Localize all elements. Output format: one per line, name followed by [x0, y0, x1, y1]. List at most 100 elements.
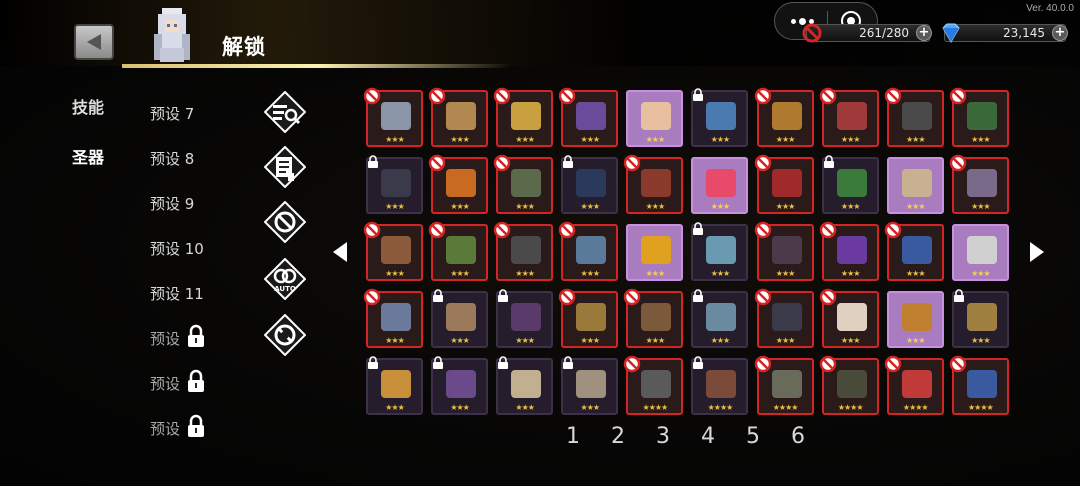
page-number[interactable]: 3 — [656, 424, 701, 449]
artifact-slot[interactable]: ★★★ — [559, 288, 619, 348]
artifact-item-icon — [641, 370, 672, 398]
artifact-slot[interactable]: ★★★ — [951, 224, 1009, 281]
artifact-slot[interactable]: ★★★ — [626, 224, 684, 281]
artifact-slot[interactable]: ★★★ — [624, 288, 684, 348]
artifact-slot[interactable]: ★★★ — [626, 90, 684, 147]
nav-artifacts[interactable]: 圣器 — [72, 144, 104, 168]
next-page-arrow[interactable] — [1030, 242, 1044, 262]
preset-item[interactable]: 预设 — [150, 373, 180, 394]
artifact-slot[interactable]: ★★★ — [691, 88, 749, 147]
artifact-item-icon — [381, 102, 411, 130]
artifact-slot[interactable]: ★★★ — [886, 157, 944, 214]
artifact-slot[interactable]: ★★★ — [754, 87, 814, 147]
artifact-item-icon — [511, 303, 542, 331]
artifact-slot[interactable]: ★★★ — [561, 155, 619, 214]
artifact-slot[interactable]: ★★★ — [951, 289, 1009, 348]
artifact-slot[interactable]: ★★★ — [886, 291, 944, 348]
prev-page-arrow[interactable] — [333, 242, 347, 262]
banned-icon — [624, 288, 641, 306]
artifact-slot[interactable]: ★★★ — [691, 222, 749, 281]
scroll-icon[interactable] — [264, 146, 306, 188]
banned-icon — [363, 288, 381, 306]
artifact-slot[interactable]: ★★★ — [819, 288, 879, 348]
artifact-item-icon — [641, 236, 672, 264]
artifact-slot[interactable]: ★★★ — [559, 221, 619, 281]
artifact-slot[interactable]: ★★★★ — [691, 356, 749, 415]
artifact-slot[interactable]: ★★★ — [428, 87, 489, 147]
add-gems-button[interactable]: + — [1052, 25, 1068, 41]
preset-item[interactable]: 预设 — [150, 328, 180, 349]
rarity-stars: ★★★ — [971, 336, 991, 345]
artifact-slot[interactable]: ★★★ — [363, 221, 423, 281]
artifact-slot[interactable]: ★★★★ — [819, 355, 879, 415]
artifact-slot[interactable]: ★★★ — [431, 289, 489, 348]
artifact-slot[interactable]: ★★★ — [691, 289, 749, 348]
artifact-slot[interactable]: ★★★ — [819, 221, 879, 281]
artifact-item-icon — [901, 303, 932, 331]
rarity-stars: ★★★ — [905, 135, 926, 144]
preset-item[interactable]: 预设 8 — [150, 148, 194, 169]
artifact-slot[interactable]: ★★★ — [691, 157, 749, 214]
artifact-item-icon — [706, 236, 737, 264]
auto-icon[interactable]: AUTO — [264, 258, 306, 300]
preset-item[interactable]: 预设 10 — [150, 238, 204, 259]
artifact-slot[interactable]: ★★★ — [431, 356, 489, 415]
page-number[interactable]: 2 — [611, 424, 656, 449]
rarity-stars: ★★★ — [840, 336, 861, 345]
artifact-slot[interactable]: ★★★★ — [949, 355, 1009, 415]
artifact-slot[interactable]: ★★★★ — [884, 355, 944, 415]
artifact-slot[interactable]: ★★★ — [884, 221, 944, 281]
add-stamina-button[interactable]: + — [916, 25, 932, 41]
page-number[interactable]: 6 — [791, 424, 836, 449]
preset-item[interactable]: 预设 9 — [150, 193, 194, 214]
artifact-slot[interactable]: ★★★ — [821, 155, 879, 214]
back-button[interactable] — [74, 24, 114, 60]
artifact-slot[interactable]: ★★★ — [819, 87, 879, 147]
preset-item[interactable]: 预设 — [150, 418, 180, 439]
lock-icon — [368, 155, 378, 168]
artifact-slot[interactable]: ★★★ — [428, 154, 489, 214]
artifact-slot[interactable]: ★★★ — [754, 221, 814, 281]
svg-text:AUTO: AUTO — [274, 285, 296, 293]
artifact-slot[interactable]: ★★★ — [559, 87, 619, 147]
page-number[interactable]: 4 — [701, 424, 746, 449]
artifact-slot[interactable]: ★★★ — [754, 288, 814, 348]
preset-item[interactable]: 预设 7 — [150, 103, 194, 124]
artifact-slot[interactable]: ★★★ — [561, 356, 619, 415]
lock-icon — [498, 356, 509, 369]
artifact-slot[interactable]: ★★★★ — [624, 355, 684, 415]
diamond-icon — [942, 23, 960, 44]
artifact-item-icon — [446, 303, 477, 331]
nav-skills[interactable]: 技能 — [72, 94, 104, 118]
artifact-slot[interactable]: ★★★ — [366, 356, 423, 415]
artifact-slot[interactable]: ★★★ — [493, 221, 554, 281]
page-number[interactable]: 5 — [746, 424, 791, 449]
ban-outline-icon[interactable] — [264, 314, 306, 356]
artifact-slot[interactable]: ★★★ — [363, 87, 423, 147]
artifact-slot[interactable]: ★★★ — [624, 154, 684, 214]
artifact-slot[interactable]: ★★★ — [754, 154, 814, 214]
banned-icon — [493, 87, 511, 105]
artifact-slot[interactable]: ★★★ — [949, 87, 1009, 147]
rarity-stars: ★★★ — [905, 269, 926, 278]
rarity-stars: ★★★ — [580, 403, 601, 412]
artifact-slot[interactable]: ★★★ — [949, 154, 1009, 214]
artifact-slot[interactable]: ★★★ — [884, 87, 944, 147]
rarity-stars: ★★★ — [515, 135, 535, 144]
rarity-stars: ★★★ — [775, 135, 796, 144]
banned-icon — [949, 355, 967, 373]
artifact-item-icon — [901, 370, 932, 398]
page-number[interactable]: 1 — [566, 424, 611, 449]
artifact-slot[interactable]: ★★★★ — [754, 355, 814, 415]
artifact-slot[interactable]: ★★★ — [428, 221, 489, 281]
artifact-slot[interactable]: ★★★ — [496, 356, 554, 415]
preset-item[interactable]: 预设 11 — [150, 283, 204, 304]
artifact-slot[interactable]: ★★★ — [363, 288, 423, 348]
artifact-slot[interactable]: ★★★ — [493, 154, 554, 214]
ban-icon[interactable] — [264, 201, 306, 243]
search-filter-icon[interactable] — [264, 91, 306, 133]
artifact-slot[interactable]: ★★★ — [493, 87, 554, 147]
artifact-slot[interactable]: ★★★ — [366, 155, 423, 214]
artifact-slot[interactable]: ★★★ — [496, 289, 554, 348]
artifact-item-icon — [706, 370, 737, 398]
